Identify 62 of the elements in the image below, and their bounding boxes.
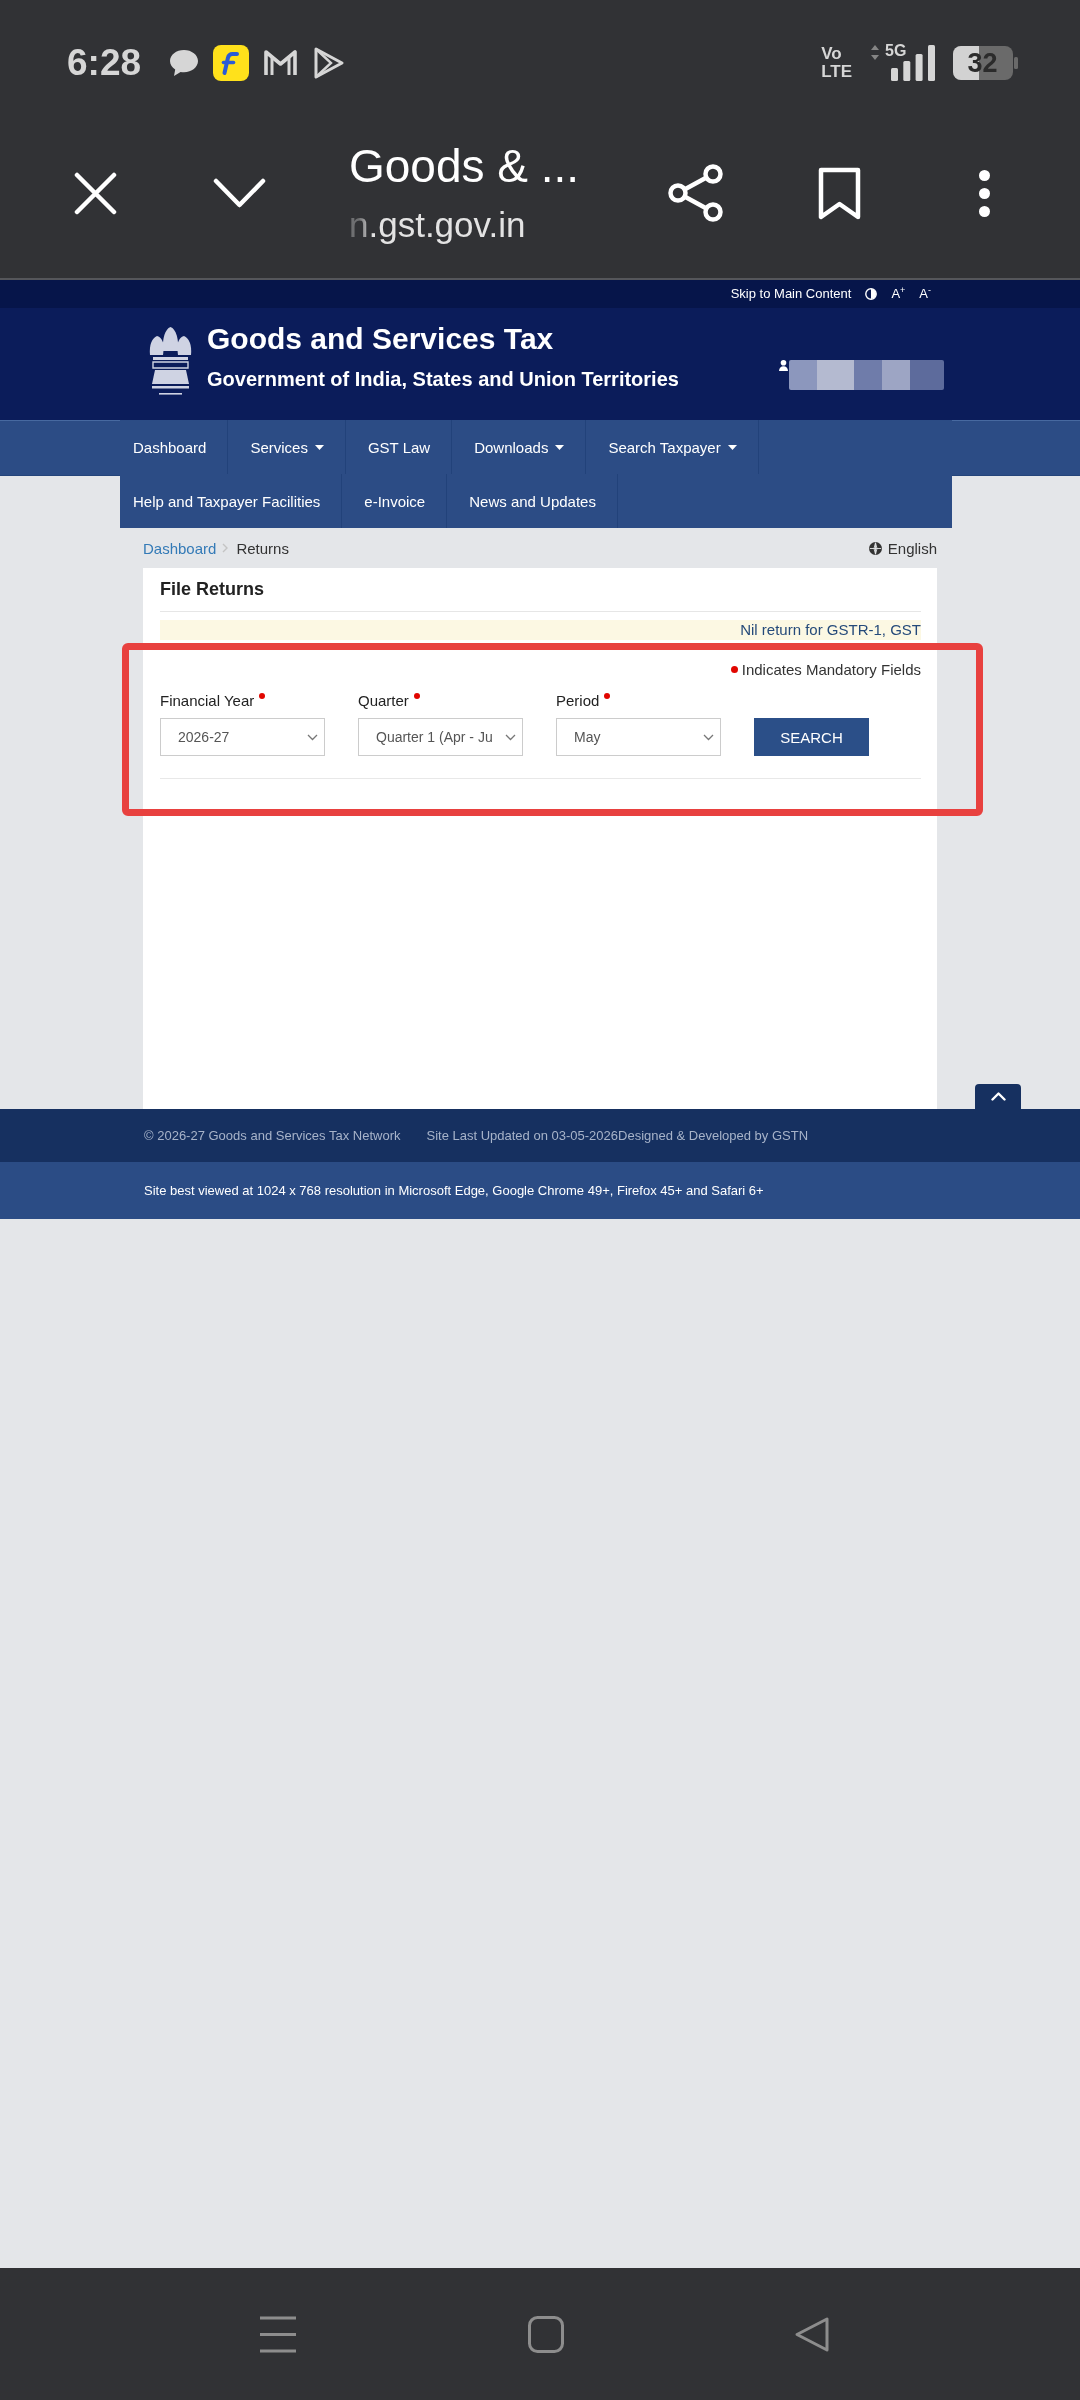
page-url[interactable]: n.gst.gov.in	[349, 204, 526, 246]
bookmark-icon	[818, 166, 861, 220]
user-icon	[779, 360, 788, 371]
skip-to-content-link[interactable]: Skip to Main Content	[730, 286, 852, 302]
field-label: Financial Year	[160, 691, 255, 711]
share-button[interactable]	[668, 164, 723, 222]
breadcrumb-separator-icon	[222, 543, 229, 553]
nav-menu-item[interactable]: Search Taxpayer	[586, 420, 759, 474]
chevron-up-icon	[990, 1092, 1006, 1101]
dropdown-select[interactable]: May	[556, 718, 721, 756]
data-arrows-icon	[870, 45, 880, 60]
nav-menu-item[interactable]: Dashboard	[120, 420, 229, 474]
dropdown-select[interactable]: Quarter 1 (Apr - Ju	[358, 718, 523, 756]
font-size-control[interactable]: A$^{-}$	[919, 286, 931, 302]
close-icon	[74, 171, 117, 215]
chevron-down-icon	[213, 178, 266, 208]
site-subtitle: Government of India, States and Union Territories	[207, 367, 679, 392]
language-selector[interactable]: English	[887, 539, 937, 557]
field-label: Period	[556, 691, 600, 711]
nav-menu-item[interactable]: Help and Taxpayer Facilities	[120, 474, 343, 528]
close-button[interactable]	[74, 171, 117, 215]
nav-menu-item[interactable]: Downloads	[452, 420, 587, 474]
dropdown-select[interactable]: 2026-27	[160, 718, 325, 756]
search-button[interactable]: SEARCH	[754, 718, 869, 756]
chevron-down-icon	[703, 733, 714, 741]
clock-time: 6:28	[67, 41, 142, 85]
breadcrumb-current: Returns	[236, 539, 289, 557]
home-square-icon[interactable]	[528, 2315, 564, 2353]
menu-icon[interactable]	[260, 2315, 296, 2353]
breadcrumb-link[interactable]: Dashboard	[143, 539, 217, 557]
nav-menu-item[interactable]: GST Law	[345, 420, 453, 474]
font-size-control[interactable]: A$^{+}$	[891, 286, 906, 302]
chevron-down-icon	[505, 733, 516, 741]
copyright-text: © 2026-27 Goods and Services Tax Network	[144, 1128, 401, 1143]
nav-menu-item[interactable]: e-Invoice	[342, 474, 448, 528]
site-title: Goods and Services Tax	[207, 321, 554, 357]
last-updated-text: Site Last Updated on 03-05-2026Designed & Developed by GSTN	[426, 1128, 809, 1143]
card-title: File Returns	[160, 579, 265, 600]
nav-menu-item[interactable]: News and Updates	[447, 474, 618, 528]
chat-bubble-icon	[169, 49, 200, 77]
share-icon	[668, 164, 723, 222]
volte-label: Vo LTE	[821, 45, 852, 81]
back-triangle-icon[interactable]	[794, 2315, 830, 2353]
notice-text: Nil return for GSTR-1, GST	[740, 620, 921, 640]
bookmark-button[interactable]	[818, 166, 861, 220]
field-label: Quarter	[358, 691, 409, 711]
chevron-down-icon	[307, 733, 318, 741]
minimize-button[interactable]	[213, 178, 266, 208]
app-tile-icon	[213, 45, 250, 81]
mandatory-note: Indicates Mandatory Fields	[741, 660, 921, 678]
more-vertical-icon	[977, 168, 992, 218]
play-triangle-icon	[312, 46, 346, 80]
contrast-icon[interactable]	[865, 288, 878, 300]
required-dot-icon	[730, 665, 738, 673]
mail-icon	[263, 48, 299, 78]
network-type-label: 5G	[885, 42, 907, 60]
more-options-button[interactable]	[977, 168, 992, 218]
scroll-to-top-button[interactable]	[975, 1084, 1021, 1109]
page-title: Goods & ...	[349, 140, 580, 192]
nav-menu-item[interactable]: Services	[228, 420, 346, 474]
browser-note-text: Site best viewed at 1024 x 768 resolution in Microsoft Edge, Google Chrome 49+, Firefox 45+ and Safari 6+	[144, 1183, 764, 1198]
globe-icon[interactable]	[868, 541, 882, 555]
